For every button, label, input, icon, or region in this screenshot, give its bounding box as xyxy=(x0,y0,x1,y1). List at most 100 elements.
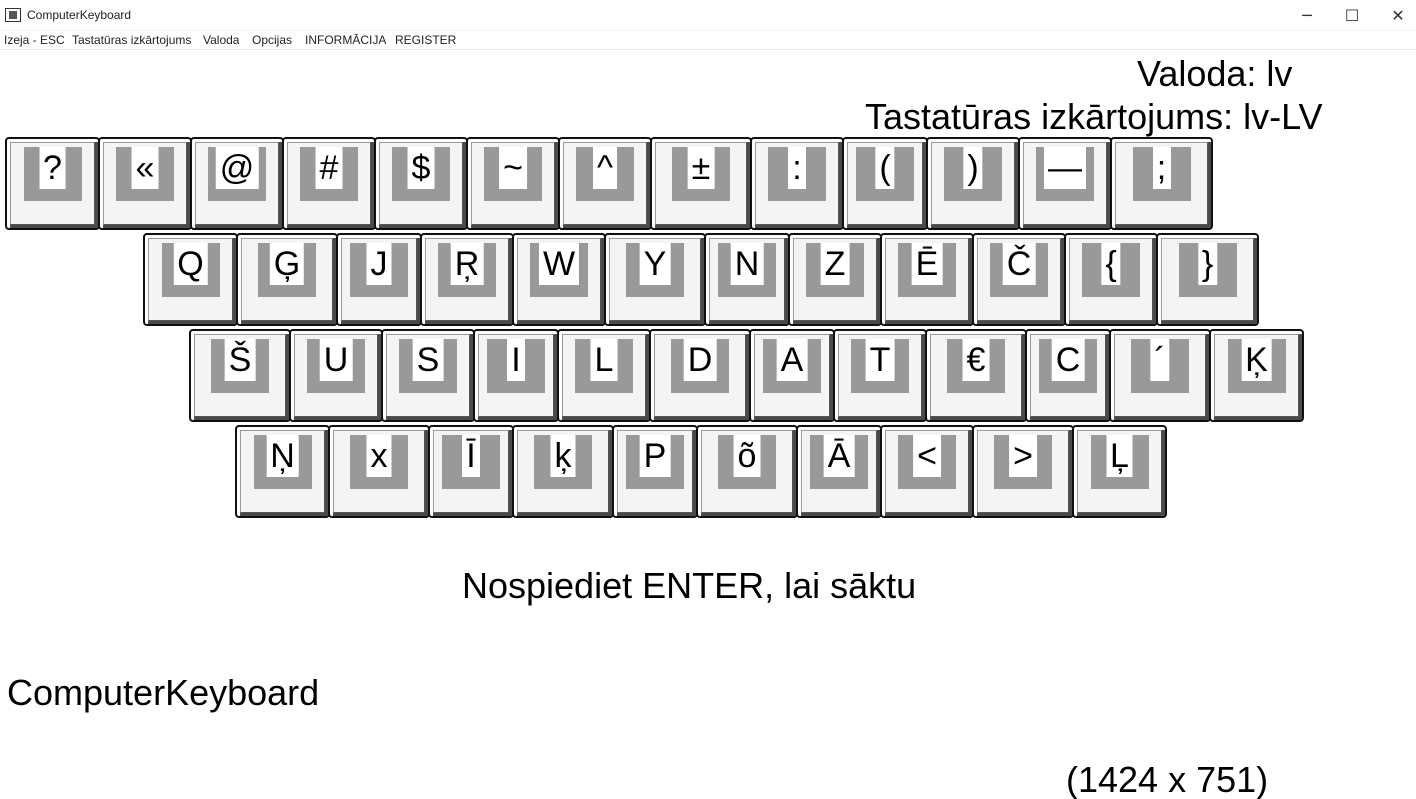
key-label: < xyxy=(913,435,941,477)
key-label: > xyxy=(1009,435,1037,477)
key[interactable]: Ŗ xyxy=(420,233,514,326)
maximize-button[interactable]: ☐ xyxy=(1329,0,1375,31)
key-label: ) xyxy=(963,147,983,189)
key-label: S xyxy=(412,339,444,381)
key-label: C xyxy=(1051,339,1085,381)
key-label: U xyxy=(319,339,353,381)
key[interactable]: # xyxy=(282,137,376,230)
key[interactable]: Z xyxy=(788,233,882,326)
key[interactable]: > xyxy=(972,425,1074,518)
key[interactable]: $ xyxy=(374,137,468,230)
key[interactable]: ^ xyxy=(558,137,652,230)
key-label: } xyxy=(1197,243,1218,285)
key[interactable]: S xyxy=(381,329,475,422)
key[interactable]: I xyxy=(473,329,559,422)
app-icon xyxy=(5,8,21,22)
close-button[interactable]: ✕ xyxy=(1375,0,1416,31)
key-label: Ņ xyxy=(266,435,299,477)
key[interactable]: T xyxy=(833,329,927,422)
menu-keyboard-layout[interactable]: Tastatūras izkārtojums xyxy=(72,33,191,47)
resolution-label: (1424 x 751) xyxy=(1066,759,1269,799)
key-label: Q xyxy=(173,243,208,285)
key[interactable]: Ā xyxy=(796,425,882,518)
key-label: € xyxy=(962,339,990,381)
key-label: P xyxy=(639,435,671,477)
key[interactable]: — xyxy=(1018,137,1112,230)
key-label: { xyxy=(1101,243,1121,285)
layout-indicator: Tastatūras izkārtojums: lv-LV xyxy=(865,96,1323,137)
key-label: Ŗ xyxy=(450,243,484,285)
key[interactable]: { xyxy=(1064,233,1158,326)
key-label: Z xyxy=(820,243,850,285)
menu-options[interactable]: Opcijas xyxy=(252,33,292,47)
key[interactable]: C xyxy=(1025,329,1111,422)
key-label: ; xyxy=(1152,147,1171,189)
key-label: Ē xyxy=(911,243,943,285)
key[interactable]: Y xyxy=(604,233,706,326)
key[interactable]: Č xyxy=(972,233,1066,326)
key[interactable]: ? xyxy=(5,137,100,230)
window-title: ComputerKeyboard xyxy=(27,8,132,22)
key-label: W xyxy=(538,243,580,285)
key[interactable]: Ģ xyxy=(236,233,338,326)
key[interactable]: « xyxy=(98,137,192,230)
key-label: Č xyxy=(1002,243,1036,285)
key[interactable]: Q xyxy=(143,233,238,326)
key-label: N xyxy=(730,243,764,285)
key-label: Ī xyxy=(462,435,480,477)
key[interactable]: @ xyxy=(190,137,284,230)
key-label: A xyxy=(776,339,808,381)
menu-bar: Izeja - ESC Tastatūras izkārtojums Valod… xyxy=(0,31,1416,50)
menu-language[interactable]: Valoda xyxy=(203,33,239,47)
key-label: ´ xyxy=(1150,339,1170,381)
key[interactable]: ; xyxy=(1110,137,1213,230)
key-label: ? xyxy=(39,147,66,189)
key-label: Ā xyxy=(823,435,855,477)
key[interactable]: ± xyxy=(650,137,752,230)
key-label: õ xyxy=(733,435,761,477)
key[interactable]: W xyxy=(512,233,606,326)
menu-register[interactable]: REGISTER xyxy=(395,33,456,47)
key[interactable]: ķ xyxy=(512,425,614,518)
key-label: # xyxy=(315,147,343,189)
key[interactable]: Ē xyxy=(880,233,974,326)
key[interactable]: < xyxy=(880,425,974,518)
key-label: Ģ xyxy=(269,243,305,285)
key-label: ± xyxy=(687,147,715,189)
key[interactable]: õ xyxy=(696,425,798,518)
key[interactable]: ´ xyxy=(1109,329,1211,422)
key[interactable]: Š xyxy=(189,329,291,422)
menu-information[interactable]: INFORMĀCIJA xyxy=(305,33,386,47)
key-label: $ xyxy=(407,147,435,189)
key-label: J xyxy=(366,243,392,285)
key[interactable]: x xyxy=(328,425,430,518)
key[interactable]: } xyxy=(1156,233,1259,326)
key[interactable]: Ī xyxy=(428,425,514,518)
key[interactable]: Ņ xyxy=(235,425,330,518)
key-label: ķ xyxy=(550,435,576,477)
key[interactable]: D xyxy=(649,329,751,422)
key-label: I xyxy=(507,339,525,381)
key[interactable]: U xyxy=(289,329,383,422)
key[interactable]: A xyxy=(749,329,835,422)
key[interactable]: Ļ xyxy=(1072,425,1167,518)
key[interactable]: P xyxy=(612,425,698,518)
key[interactable]: € xyxy=(925,329,1027,422)
key[interactable]: ~ xyxy=(466,137,560,230)
key[interactable]: L xyxy=(557,329,651,422)
menu-exit[interactable]: Izeja - ESC xyxy=(4,33,65,47)
key[interactable]: N xyxy=(704,233,790,326)
key[interactable]: : xyxy=(750,137,844,230)
key-label: — xyxy=(1044,147,1086,189)
key-label: Y xyxy=(639,243,671,285)
minimize-button[interactable]: ─ xyxy=(1284,0,1330,31)
key[interactable]: J xyxy=(336,233,422,326)
key-label: L xyxy=(590,339,618,381)
key[interactable]: ) xyxy=(926,137,1020,230)
app-name-label: ComputerKeyboard xyxy=(7,672,320,713)
key-label: Ļ xyxy=(1106,435,1133,477)
key[interactable]: Ķ xyxy=(1209,329,1304,422)
key-label: x xyxy=(366,435,392,477)
key[interactable]: ( xyxy=(842,137,928,230)
key-label: Ķ xyxy=(1241,339,1272,381)
